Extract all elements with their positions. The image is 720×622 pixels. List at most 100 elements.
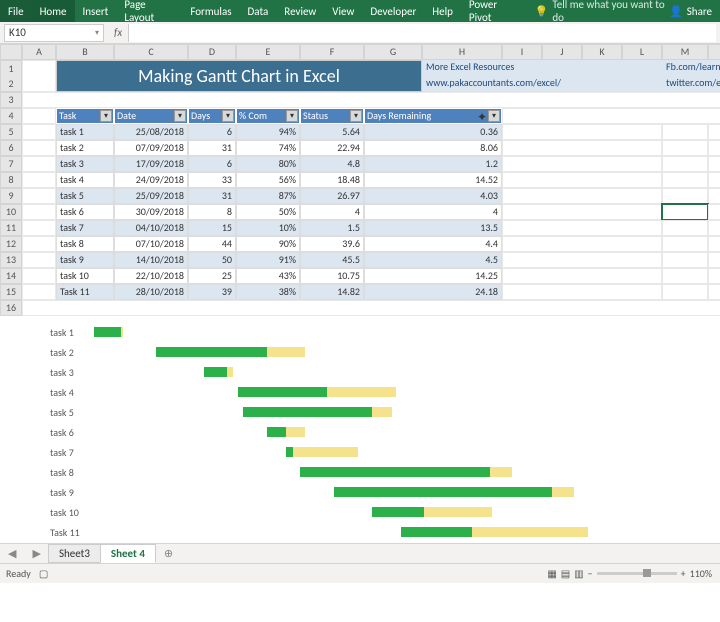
cell-task[interactable]: task 4 bbox=[56, 172, 114, 188]
col-I[interactable]: I bbox=[502, 44, 542, 60]
row-12[interactable]: 12 bbox=[0, 236, 22, 252]
cell-rem[interactable]: 24.18 bbox=[364, 284, 502, 300]
cell-days[interactable]: 39 bbox=[188, 284, 236, 300]
ribbon-tab-powerpivot[interactable]: Power Pivot bbox=[461, 0, 527, 22]
row-15[interactable]: 15 bbox=[0, 284, 22, 300]
cell-K6[interactable] bbox=[662, 140, 708, 156]
row-3[interactable]: 3 bbox=[0, 92, 22, 108]
chart-seg-rem[interactable] bbox=[286, 427, 305, 437]
cell-date[interactable]: 30/09/2018 bbox=[114, 204, 188, 220]
chart-seg-rem[interactable] bbox=[121, 327, 123, 337]
row-14[interactable]: 14 bbox=[0, 268, 22, 284]
cell-status[interactable]: 4.8 bbox=[300, 156, 364, 172]
cell-rem[interactable]: 8.06 bbox=[364, 140, 502, 156]
cell-days[interactable]: 31 bbox=[188, 140, 236, 156]
chart-seg-rem[interactable] bbox=[472, 527, 588, 537]
cell-K13[interactable] bbox=[662, 252, 708, 268]
tab-nav-next[interactable]: ▶ bbox=[24, 547, 48, 560]
cell-K7[interactable] bbox=[662, 156, 708, 172]
row-16[interactable]: 16 bbox=[0, 300, 22, 316]
ribbon-tab-insert[interactable]: Insert bbox=[75, 0, 117, 22]
row-9[interactable]: 9 bbox=[0, 188, 22, 204]
cell-date[interactable]: 07/09/2018 bbox=[114, 140, 188, 156]
cell-task[interactable]: task 10 bbox=[56, 268, 114, 284]
fx-icon[interactable]: fx bbox=[108, 26, 128, 39]
new-sheet-icon[interactable]: ⊕ bbox=[156, 547, 181, 560]
view-layout-icon[interactable]: ▤ bbox=[561, 567, 570, 580]
col-J[interactable]: J bbox=[542, 44, 582, 60]
col-F[interactable]: F bbox=[300, 44, 364, 60]
cell-K11[interactable] bbox=[662, 220, 708, 236]
ribbon-tab-formulas[interactable]: Formulas bbox=[182, 0, 239, 22]
cell-date[interactable]: 22/10/2018 bbox=[114, 268, 188, 284]
cell-days[interactable]: 8 bbox=[188, 204, 236, 220]
hdr-date[interactable]: Date▾ bbox=[114, 108, 188, 124]
cell-K15[interactable] bbox=[662, 284, 708, 300]
row-13[interactable]: 13 bbox=[0, 252, 22, 268]
cell-status[interactable]: 39.6 bbox=[300, 236, 364, 252]
hdr-status[interactable]: Status▾ bbox=[300, 108, 364, 124]
cell-pct[interactable]: 87% bbox=[236, 188, 300, 204]
cell-K9[interactable] bbox=[662, 188, 708, 204]
col-A[interactable]: A bbox=[22, 44, 56, 60]
cell-K8[interactable] bbox=[662, 172, 708, 188]
cell-task[interactable]: task 2 bbox=[56, 140, 114, 156]
cell-K12[interactable] bbox=[662, 236, 708, 252]
cell-pct[interactable]: 43% bbox=[236, 268, 300, 284]
cell-task[interactable]: Task 11 bbox=[56, 284, 114, 300]
col-M[interactable]: M bbox=[662, 44, 708, 60]
cell-pct[interactable]: 80% bbox=[236, 156, 300, 172]
col-K[interactable]: K bbox=[582, 44, 622, 60]
cell-status[interactable]: 18.48 bbox=[300, 172, 364, 188]
chart-seg-done[interactable] bbox=[334, 487, 552, 497]
ribbon-tab-developer[interactable]: Developer bbox=[362, 0, 424, 22]
cell-status[interactable]: 5.64 bbox=[300, 124, 364, 140]
chart-seg-done[interactable] bbox=[267, 427, 286, 437]
row-6[interactable]: 6 bbox=[0, 140, 22, 156]
cell-task[interactable]: task 5 bbox=[56, 188, 114, 204]
cell-date[interactable]: 07/10/2018 bbox=[114, 236, 188, 252]
ribbon-tab-data[interactable]: Data bbox=[240, 0, 277, 22]
tw-link[interactable]: twitter.com/exceltoe bbox=[662, 76, 720, 92]
cell-date[interactable]: 04/10/2018 bbox=[114, 220, 188, 236]
cell-date[interactable]: 25/08/2018 bbox=[114, 124, 188, 140]
ribbon-tab-review[interactable]: Review bbox=[276, 0, 324, 22]
cell-days[interactable]: 31 bbox=[188, 188, 236, 204]
resources-url[interactable]: www.pakaccountants.com/excel/ bbox=[422, 76, 662, 92]
cell-task[interactable]: task 6 bbox=[56, 204, 114, 220]
cell-status[interactable]: 1.5 bbox=[300, 220, 364, 236]
chart-seg-rem[interactable] bbox=[372, 407, 391, 417]
chart-seg-done[interactable] bbox=[243, 407, 372, 417]
col-C[interactable]: C bbox=[114, 44, 188, 60]
row-10[interactable]: 10 bbox=[0, 204, 22, 220]
select-all[interactable] bbox=[0, 44, 22, 60]
zoom-out-icon[interactable]: − bbox=[588, 567, 593, 580]
chart-seg-rem[interactable] bbox=[293, 447, 358, 457]
row-5[interactable]: 5 bbox=[0, 124, 22, 140]
cell-date[interactable]: 25/09/2018 bbox=[114, 188, 188, 204]
view-break-icon[interactable]: ▥ bbox=[574, 567, 583, 580]
cell-task[interactable]: task 1 bbox=[56, 124, 114, 140]
cell-rem[interactable]: 14.52 bbox=[364, 172, 502, 188]
zoom-level[interactable]: 110% bbox=[690, 567, 712, 580]
chart-seg-rem[interactable] bbox=[267, 347, 306, 357]
chart-seg-done[interactable] bbox=[238, 387, 327, 397]
ribbon-tab-home[interactable]: Home bbox=[32, 0, 75, 22]
col-L[interactable]: L bbox=[622, 44, 662, 60]
cell-task[interactable]: task 9 bbox=[56, 252, 114, 268]
cell-K10[interactable] bbox=[662, 204, 708, 220]
cell-status[interactable]: 10.75 bbox=[300, 268, 364, 284]
hdr-task[interactable]: Task▾ bbox=[56, 108, 114, 124]
cell-days[interactable]: 25 bbox=[188, 268, 236, 284]
cell-rem[interactable]: 4.5 bbox=[364, 252, 502, 268]
cell-pct[interactable]: 90% bbox=[236, 236, 300, 252]
cell-rem[interactable]: 0.36 bbox=[364, 124, 502, 140]
cell-pct[interactable]: 56% bbox=[236, 172, 300, 188]
name-box[interactable]: K10▾ bbox=[4, 24, 104, 42]
chart-seg-done[interactable] bbox=[286, 447, 293, 457]
cell-days[interactable]: 6 bbox=[188, 156, 236, 172]
cell-pct[interactable]: 91% bbox=[236, 252, 300, 268]
cell-rem[interactable]: 1.2 bbox=[364, 156, 502, 172]
cell-K5[interactable] bbox=[662, 124, 708, 140]
hdr-days[interactable]: Days▾ bbox=[188, 108, 236, 124]
